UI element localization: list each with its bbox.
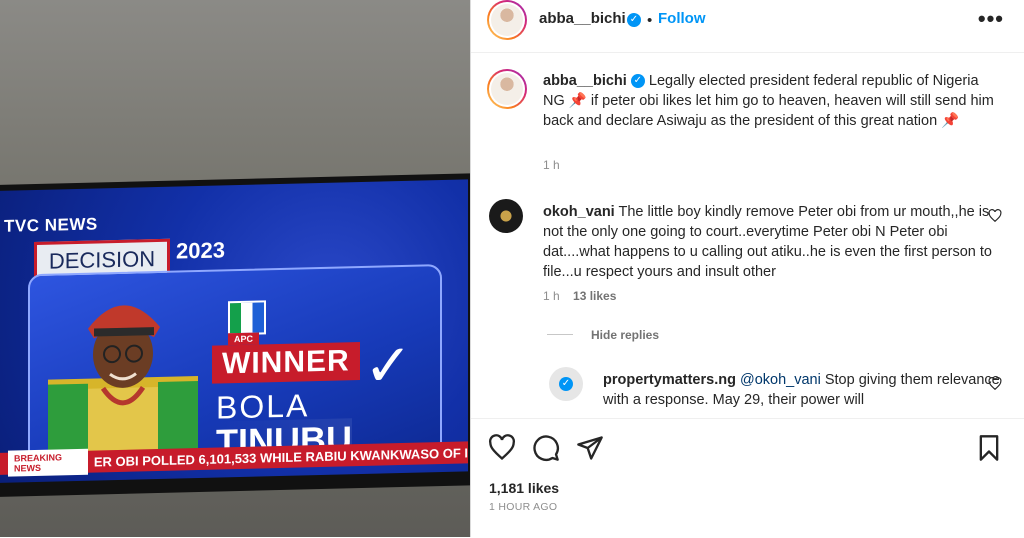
like-reply-icon[interactable] xyxy=(988,377,1002,391)
comments-section[interactable]: abba__bichi ✓ Legally elected president … xyxy=(471,53,1024,417)
comment-meta: 1 h 13 likes xyxy=(543,289,616,303)
follow-button[interactable]: Follow xyxy=(658,10,706,27)
comment: okoh_vani The little boy kindly remove P… xyxy=(543,202,1003,282)
reply-mention[interactable]: @okoh_vani xyxy=(740,372,821,388)
channel-logo: TVC NEWS xyxy=(4,214,98,236)
post-image[interactable]: TVC NEWS DECISION 2023 APC WINNER ✓ BOLA… xyxy=(0,0,470,537)
tv-set: TVC NEWS DECISION 2023 APC WINNER ✓ BOLA… xyxy=(0,173,470,497)
caption-username[interactable]: abba__bichi xyxy=(543,73,627,89)
winner-panel: APC WINNER ✓ BOLA TINUBU xyxy=(28,264,442,467)
post-header: abba__bichi ✓ • Follow ••• xyxy=(471,0,1024,53)
reply: propertymatters.ng @okoh_vani Stop givin… xyxy=(603,370,1003,410)
caption-avatar[interactable] xyxy=(487,69,527,109)
more-options-icon[interactable]: ••• xyxy=(978,6,1004,32)
verified-icon: ✓ xyxy=(627,13,641,27)
caption-age: 1 h xyxy=(543,158,560,172)
ticker-text: ER OBI POLLED 6,101,533 WHILE RABIU KWAN… xyxy=(93,444,468,470)
hide-replies-line xyxy=(547,334,573,335)
post-actions: 1,181 likes 1 HOUR AGO xyxy=(471,418,1024,538)
author-username[interactable]: abba__bichi xyxy=(539,10,626,27)
caption: abba__bichi ✓ Legally elected president … xyxy=(543,71,1003,131)
like-comment-icon[interactable] xyxy=(988,209,1002,223)
comment-likes[interactable]: 13 likes xyxy=(573,289,616,303)
author-avatar[interactable] xyxy=(487,0,527,40)
party-label: APC xyxy=(228,332,260,346)
tv-screen: TVC NEWS DECISION 2023 APC WINNER ✓ BOLA… xyxy=(0,179,468,483)
reply-avatar[interactable]: ✓ xyxy=(549,367,583,401)
like-count[interactable]: 1,181 likes xyxy=(489,480,559,496)
hide-replies-button[interactable]: Hide replies xyxy=(591,328,659,342)
candidate-portrait xyxy=(48,305,198,466)
post-time[interactable]: 1 HOUR AGO xyxy=(489,501,557,513)
year-label: 2023 xyxy=(176,237,225,264)
commenter-avatar[interactable] xyxy=(489,199,523,233)
separator-dot: • xyxy=(647,12,653,29)
verified-icon: ✓ xyxy=(559,377,573,391)
checkmark-icon: ✓ xyxy=(364,332,413,399)
reply-username[interactable]: propertymatters.ng xyxy=(603,372,736,388)
verified-icon: ✓ xyxy=(630,74,645,89)
party-flag-icon xyxy=(228,300,266,336)
post-panel: abba__bichi ✓ • Follow ••• abba__bichi ✓… xyxy=(471,0,1024,537)
share-icon[interactable] xyxy=(576,434,604,462)
breaking-news-label: BREAKING NEWS xyxy=(8,448,88,477)
winner-label: WINNER xyxy=(212,342,360,384)
like-icon[interactable] xyxy=(488,434,516,462)
comment-age: 1 h xyxy=(543,289,560,303)
comment-username[interactable]: okoh_vani xyxy=(543,204,615,220)
comment-icon[interactable] xyxy=(532,434,560,462)
save-icon[interactable] xyxy=(975,434,1003,462)
